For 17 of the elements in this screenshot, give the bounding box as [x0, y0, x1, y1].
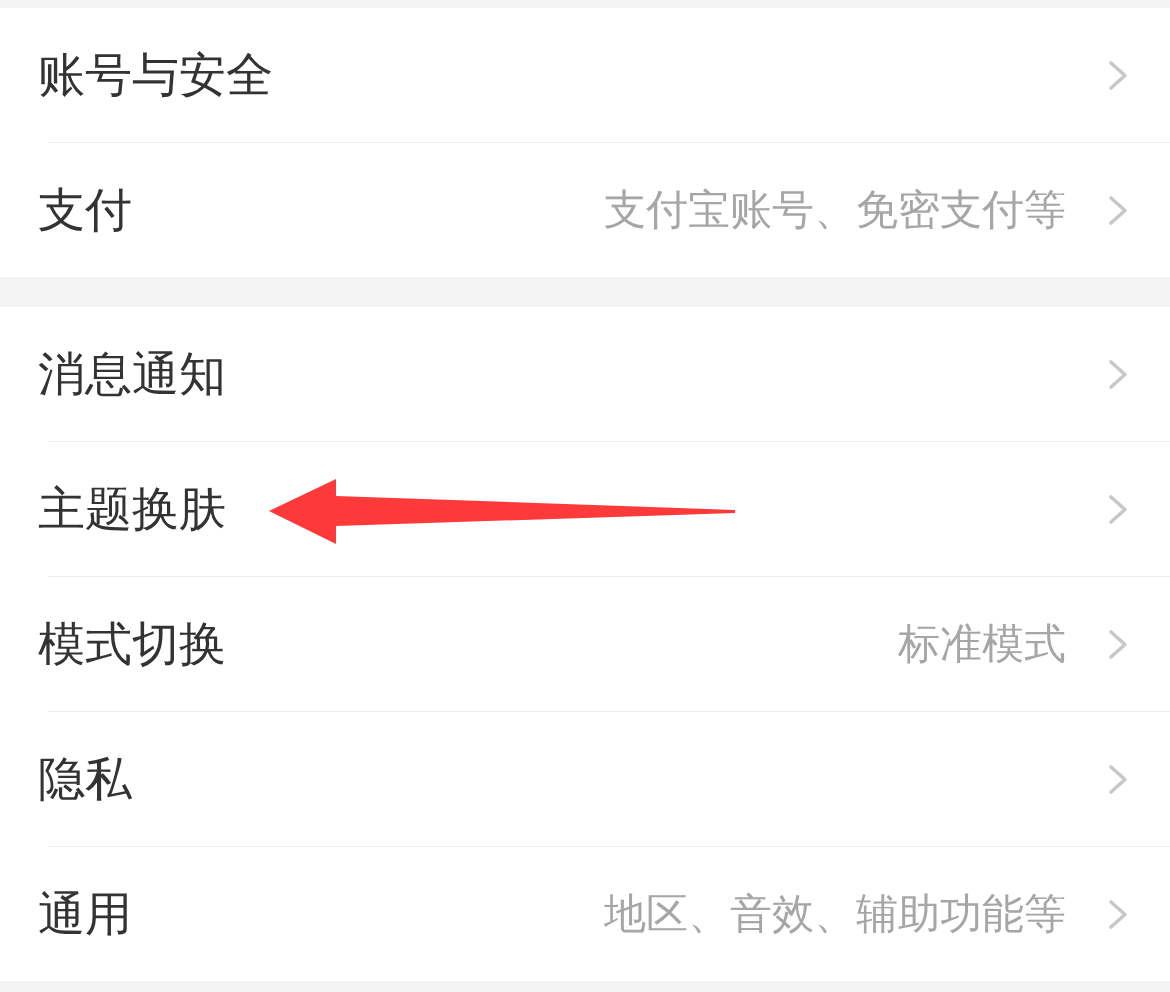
- chevron-right-icon: [1108, 898, 1128, 930]
- chevron-right-icon: [1108, 493, 1128, 525]
- setting-value: 标准模式: [898, 618, 1066, 670]
- chevron-right-icon: [1108, 59, 1128, 91]
- setting-value: 地区、音效、辅助功能等: [604, 888, 1066, 940]
- settings-item[interactable]: 主题换肤: [38, 477, 226, 541]
- settings-item[interactable]: 账号与安全: [38, 43, 273, 107]
- settings-item[interactable]: 通用: [38, 882, 132, 946]
- settings-item[interactable]: 模式切换: [38, 612, 226, 676]
- chevron-right-icon: [1108, 358, 1128, 390]
- setting-value: 支付宝账号、免密支付等: [604, 184, 1066, 236]
- chevron-right-icon: [1108, 194, 1128, 226]
- settings-item[interactable]: 支付: [38, 178, 132, 242]
- chevron-right-icon: [1108, 628, 1128, 660]
- settings-item[interactable]: 消息通知: [38, 342, 226, 406]
- chevron-right-icon: [1108, 763, 1128, 795]
- settings-item[interactable]: 隐私: [38, 747, 132, 811]
